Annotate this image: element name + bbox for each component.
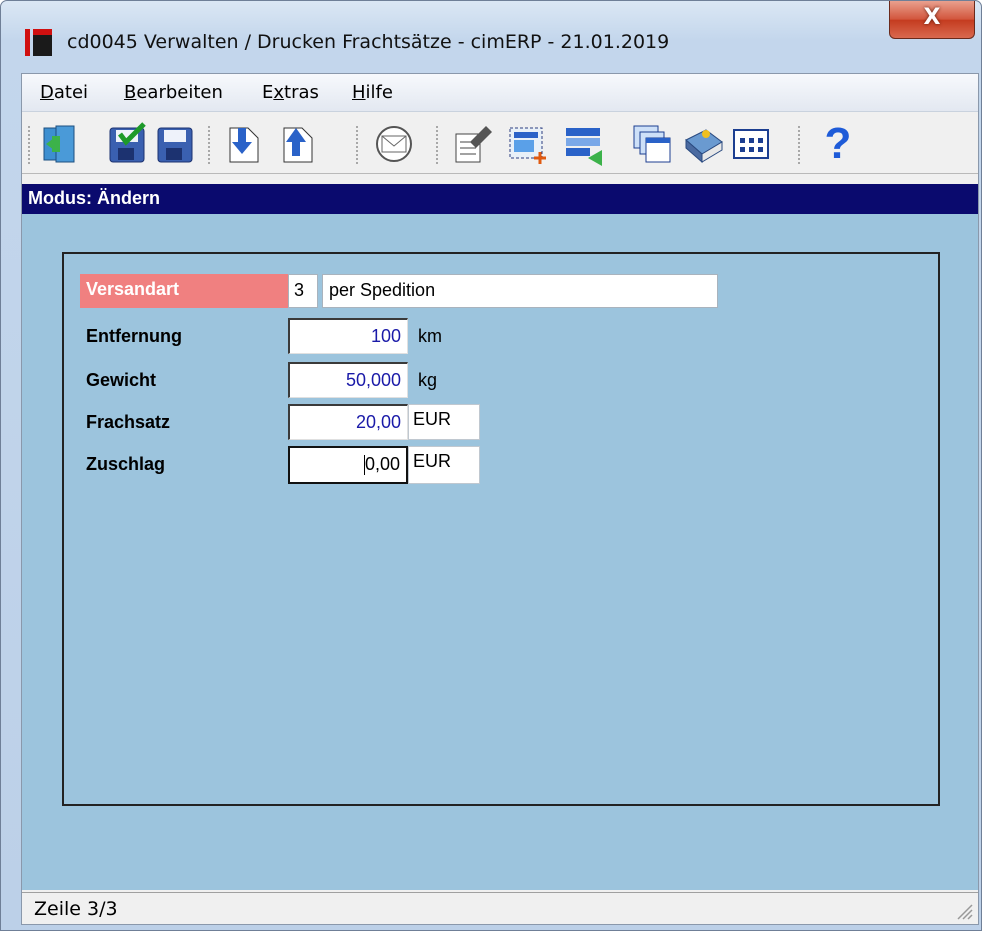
exit-icon[interactable] <box>38 122 82 166</box>
menu-hilfe[interactable]: Hilfe <box>352 82 393 103</box>
mode-bar: Modus: Ändern <box>22 184 978 214</box>
save-check-icon[interactable] <box>106 122 150 166</box>
transfer-icon[interactable] <box>562 122 606 166</box>
zuschlag-label: Zuschlag <box>86 454 166 474</box>
app-logo-icon[interactable] <box>25 29 52 56</box>
entfernung-unit: km <box>418 326 442 346</box>
menu-hilfe-accel: H <box>352 82 366 103</box>
menu-extras[interactable]: Extras <box>262 82 319 103</box>
app-window: cd0045 Verwalten / Drucken Frachtsätze -… <box>0 0 982 931</box>
gewicht-field[interactable]: 50,000 <box>288 362 408 398</box>
menu-datei-label: atei <box>53 82 89 103</box>
new-record-icon[interactable] <box>506 122 550 166</box>
toolbar-separator <box>356 126 360 164</box>
menu-datei-accel: D <box>40 82 54 103</box>
versandart-description-field[interactable]: per Spedition <box>322 274 718 308</box>
versandart-code-field[interactable]: 3 <box>288 274 318 308</box>
menu-extras-accel: x <box>273 82 285 103</box>
gewicht-unit: kg <box>418 370 438 390</box>
toolbar-separator <box>798 126 802 164</box>
form-area: Versandart 3 per Spedition Entfernung 10… <box>22 214 978 890</box>
toolbar-separator <box>208 126 212 164</box>
title-bar[interactable]: cd0045 Verwalten / Drucken Frachtsätze -… <box>1 1 981 71</box>
next-record-icon[interactable] <box>222 122 266 166</box>
entfernung-label: Entfernung <box>86 326 182 346</box>
menu-bar: Datei Bearbeiten Extras Hilfe <box>22 74 978 112</box>
form-groupbox: Versandart 3 per Spedition Entfernung 10… <box>62 252 940 806</box>
status-bar: Zeile 3/3 <box>22 892 978 924</box>
mail-icon[interactable] <box>372 122 416 166</box>
menu-bearbeiten-accel: B <box>124 82 137 103</box>
prev-record-icon[interactable] <box>276 122 320 166</box>
menu-extras-label: tras <box>284 82 319 103</box>
frachsatz-label: Frachsatz <box>86 412 171 432</box>
edit-text-icon[interactable] <box>450 122 494 166</box>
resize-grip-icon[interactable] <box>954 901 974 921</box>
windows-icon[interactable] <box>630 122 674 166</box>
save-icon[interactable] <box>154 122 198 166</box>
close-button[interactable]: X <box>889 1 975 39</box>
zuschlag-unit: EUR <box>408 446 480 484</box>
frachsatz-field[interactable]: 20,00 <box>288 404 408 440</box>
toolbar: ? <box>22 114 978 174</box>
menu-bearbeiten[interactable]: Bearbeiten <box>124 82 223 103</box>
menu-bearbeiten-label: earbeiten <box>136 82 223 103</box>
zuschlag-value: 0,00 <box>364 454 400 474</box>
versandart-label: Versandart <box>80 274 288 308</box>
gewicht-label: Gewicht <box>86 370 157 390</box>
menu-extras-pre: E <box>262 82 274 103</box>
client-area: Datei Bearbeiten Extras Hilfe ? Modus: Ä… <box>21 73 979 925</box>
frachsatz-unit: EUR <box>408 404 480 440</box>
menu-datei[interactable]: Datei <box>40 82 88 103</box>
window-title: cd0045 Verwalten / Drucken Frachtsätze -… <box>67 31 670 53</box>
menu-hilfe-label: ilfe <box>365 82 393 103</box>
entfernung-field[interactable]: 100 <box>288 318 408 354</box>
book-icon[interactable] <box>682 122 726 166</box>
status-text: Zeile 3/3 <box>34 898 118 920</box>
zuschlag-field[interactable]: 0,00 <box>288 446 408 484</box>
help-icon[interactable]: ? <box>816 122 860 166</box>
toolbar-separator <box>436 126 440 164</box>
toolbar-separator <box>28 126 32 164</box>
grid-icon[interactable] <box>730 122 774 166</box>
